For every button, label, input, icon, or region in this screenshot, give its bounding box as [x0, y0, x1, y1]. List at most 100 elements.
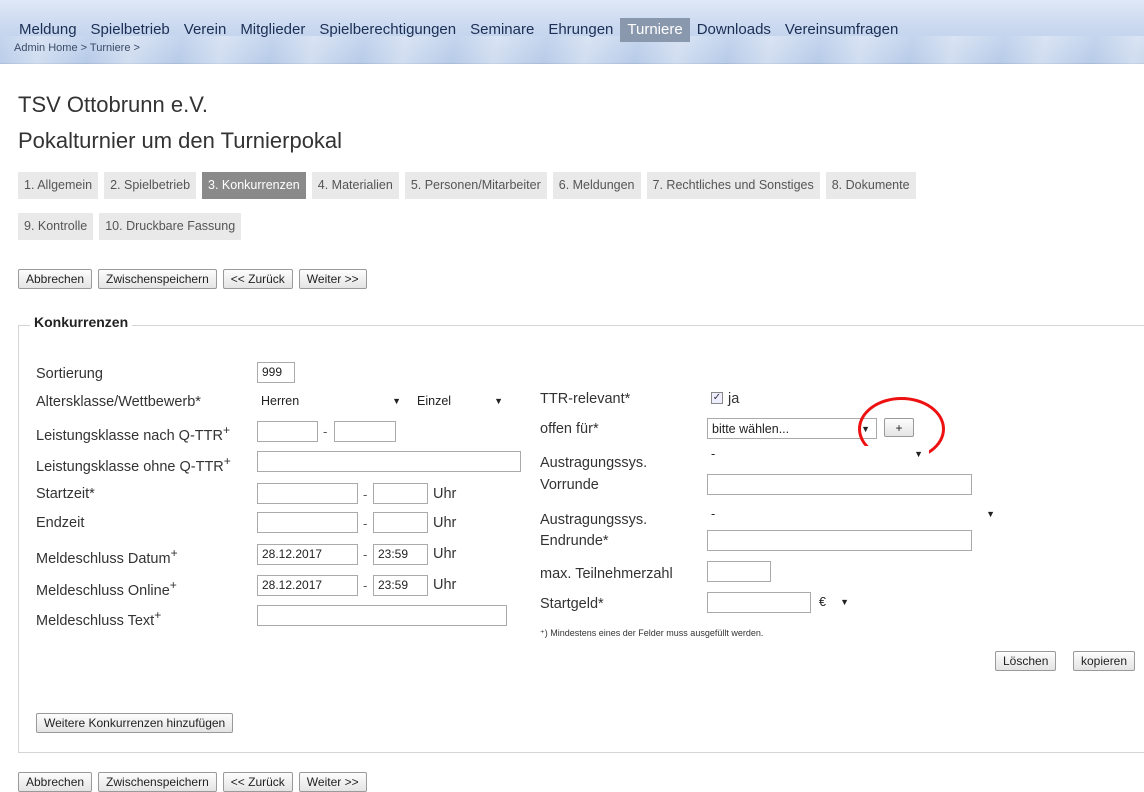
footnote: ⁺) Mindestens eines der Felder muss ausg…: [540, 628, 764, 638]
tab-allgemein[interactable]: 1. Allgemein: [18, 172, 99, 199]
step-tabs: 1. Allgemein 2. Spielbetrieb 3. Konkurre…: [18, 172, 1138, 254]
back-button[interactable]: << Zurück: [222, 269, 293, 289]
uhr-label: Uhr: [433, 577, 457, 593]
delete-button[interactable]: Löschen: [995, 651, 1057, 671]
range-dash: -: [363, 487, 368, 502]
lk-qttr-from-input[interactable]: [257, 421, 318, 442]
menu-item-vereinsumfragen[interactable]: Vereinsumfragen: [778, 18, 905, 42]
ttr-checkbox[interactable]: ✓: [711, 392, 723, 404]
menu-item-ehrungen[interactable]: Ehrungen: [541, 18, 620, 42]
range-dash: -: [363, 547, 368, 562]
meldeschluss-online-label: Meldeschluss Online+: [36, 578, 177, 599]
wettbewerb-value: Einzel: [417, 394, 452, 408]
back-button[interactable]: << Zurück: [222, 772, 293, 792]
save-draft-button[interactable]: Zwischenspeichern: [98, 269, 217, 289]
menu-item-meldung[interactable]: Meldung: [12, 18, 84, 42]
range-dash: -: [363, 516, 368, 531]
altersklasse-select[interactable]: Herren ▼: [257, 391, 407, 412]
club-title: TSV Ottobrunn e.V.: [18, 92, 208, 117]
required-plus-mark: +: [170, 546, 178, 560]
tab-spielbetrieb[interactable]: 2. Spielbetrieb: [104, 172, 197, 199]
required-plus-mark: +: [154, 608, 162, 622]
altersklasse-value: Herren: [261, 394, 300, 408]
lk-qttr-to-input[interactable]: [334, 421, 396, 442]
meldeschluss-online-time-input[interactable]: 23:59: [373, 575, 428, 596]
currency-value: €: [819, 595, 826, 609]
meldeschluss-text-input[interactable]: [257, 605, 507, 626]
meldeschluss-datum-time-input[interactable]: 23:59: [373, 544, 428, 565]
ttr-checkbox-label: ja: [728, 391, 740, 407]
meldeschluss-datum-input[interactable]: 28.12.2017: [257, 544, 358, 565]
bottom-button-row: Abbrechen Zwischenspeichern << Zurück We…: [18, 772, 367, 792]
next-button[interactable]: Weiter >>: [298, 269, 367, 289]
austragung-vorrunde-select[interactable]: - ▼: [707, 446, 929, 462]
required-plus-mark: +: [222, 423, 231, 437]
required-plus-mark: +: [169, 578, 177, 592]
tab-druckbare-fassung[interactable]: 10. Druckbare Fassung: [99, 213, 242, 240]
currency-select[interactable]: € ▼: [815, 592, 855, 613]
endzeit-label: Endzeit: [36, 515, 85, 531]
austragung-endrunde-select[interactable]: - ▼: [707, 504, 1001, 525]
lk-ohne-input[interactable]: [257, 451, 521, 472]
copy-button[interactable]: kopieren: [1073, 651, 1136, 671]
menu-item-spielberechtigungen[interactable]: Spielberechtigungen: [312, 18, 463, 42]
uhr-label: Uhr: [433, 486, 457, 502]
tab-rechtliches[interactable]: 7. Rechtliches und Sonstiges: [646, 172, 820, 199]
austragung-vorrunde-label1: Austragungssys.: [540, 455, 648, 471]
uhr-label: Uhr: [433, 546, 457, 562]
offen-value: bitte wählen...: [712, 422, 790, 436]
range-dash: -: [363, 578, 368, 593]
cancel-button[interactable]: Abbrechen: [18, 269, 93, 289]
menu-item-verein[interactable]: Verein: [177, 18, 234, 42]
menu-item-mitglieder[interactable]: Mitglieder: [233, 18, 312, 42]
startgeld-label: Startgeld*: [540, 596, 604, 612]
tab-materialien[interactable]: 4. Materialien: [311, 172, 399, 199]
next-button[interactable]: Weiter >>: [298, 772, 367, 792]
tab-personen[interactable]: 5. Personen/Mitarbeiter: [404, 172, 547, 199]
austragung-endrunde-label1: Austragungssys.: [540, 512, 648, 528]
sortierung-label: Sortierung: [36, 366, 103, 382]
menu-item-seminare[interactable]: Seminare: [463, 18, 541, 42]
austragung-vorrunde-input[interactable]: [707, 474, 972, 495]
menu-item-spielbetrieb[interactable]: Spielbetrieb: [84, 18, 177, 42]
add-konkurrenz-button[interactable]: Weitere Konkurrenzen hinzufügen: [36, 713, 234, 733]
offen-select[interactable]: bitte wählen... ▼: [707, 418, 877, 439]
meldeschluss-online-input[interactable]: 28.12.2017: [257, 575, 358, 596]
breadcrumb[interactable]: Admin Home > Turniere >: [14, 42, 140, 54]
menu-item-turniere[interactable]: Turniere: [620, 18, 690, 42]
cancel-button[interactable]: Abbrechen: [18, 772, 93, 792]
meldeschluss-datum-label: Meldeschluss Datum+: [36, 546, 178, 567]
tab-konkurrenzen[interactable]: 3. Konkurrenzen: [202, 172, 306, 199]
startzeit-label: Startzeit*: [36, 486, 95, 502]
austragung-vorrunde-label2: Vorrunde: [540, 477, 599, 493]
austragung-endrunde-input[interactable]: [707, 530, 972, 551]
max-teilnehmer-input[interactable]: [707, 561, 771, 582]
tab-kontrolle[interactable]: 9. Kontrolle: [18, 213, 94, 240]
chevron-down-icon: ▼: [392, 396, 401, 406]
max-teilnehmer-label: max. Teilnehmerzahl: [540, 566, 673, 582]
sortierung-input[interactable]: 999: [257, 362, 295, 383]
austragung-vorrunde-value: -: [711, 447, 716, 461]
endzeit-date-input[interactable]: [257, 512, 358, 533]
chevron-down-icon: ▼: [494, 396, 503, 406]
austragung-endrunde-value: -: [711, 507, 716, 521]
menu-item-downloads[interactable]: Downloads: [690, 18, 778, 42]
startzeit-time-input[interactable]: [373, 483, 428, 504]
meldeschluss-text-label: Meldeschluss Text+: [36, 608, 162, 629]
tab-meldungen[interactable]: 6. Meldungen: [552, 172, 641, 199]
save-draft-button[interactable]: Zwischenspeichern: [98, 772, 217, 792]
lk-qttr-label: Leistungsklasse nach Q-TTR+: [36, 423, 231, 444]
austragung-endrunde-label2: Endrunde*: [540, 533, 609, 549]
startgeld-input[interactable]: [707, 592, 811, 613]
altersklasse-label: Altersklasse/Wettbewerb*: [36, 394, 201, 410]
wettbewerb-select[interactable]: Einzel ▼: [413, 391, 509, 412]
main-menu: Meldung Spielbetrieb Verein Mitglieder S…: [12, 18, 905, 42]
required-plus-mark: +: [223, 454, 231, 468]
startzeit-date-input[interactable]: [257, 483, 358, 504]
tournament-title: Pokalturnier um den Turnierpokal: [18, 128, 343, 153]
fieldset-legend: Konkurrenzen: [30, 314, 133, 330]
tab-dokumente[interactable]: 8. Dokumente: [825, 172, 916, 199]
endzeit-time-input[interactable]: [373, 512, 428, 533]
offen-label: offen für*: [540, 421, 599, 437]
lk-ohne-label: Leistungsklasse ohne Q-TTR+: [36, 454, 231, 475]
